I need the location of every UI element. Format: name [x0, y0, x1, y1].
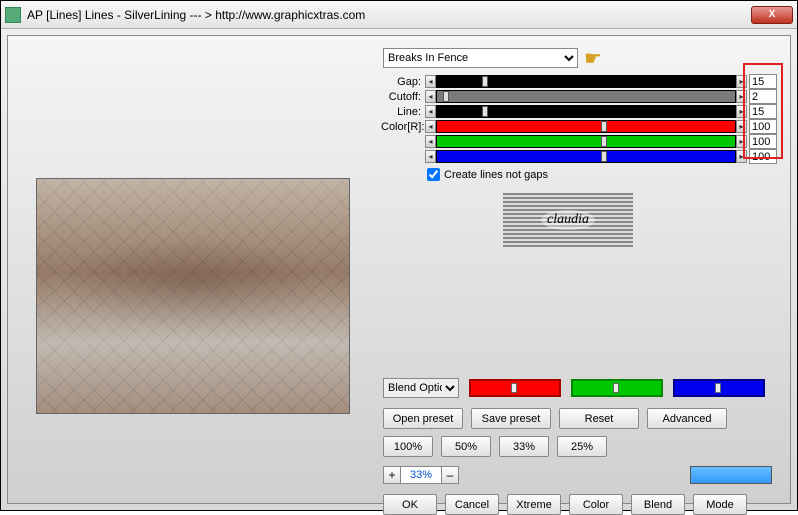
- cutoff-row: Cutoff: ◂ ▸ 2: [381, 89, 782, 104]
- create-lines-label: Create lines not gaps: [444, 169, 548, 181]
- titlebar: AP [Lines] Lines - SilverLining --- > ht…: [1, 1, 797, 29]
- gap-slider[interactable]: [436, 75, 736, 88]
- inner-panel: Breaks In Fence Gap: ◂ ▸ 15 Cutoff: ◂: [7, 35, 791, 504]
- color-g-value[interactable]: 100: [749, 134, 777, 149]
- pct-33-button[interactable]: 33%: [499, 436, 549, 457]
- pct-25-button[interactable]: 25%: [557, 436, 607, 457]
- preset-row: Breaks In Fence: [383, 48, 782, 68]
- advanced-button[interactable]: Advanced: [647, 408, 727, 429]
- content-area: Breaks In Fence Gap: ◂ ▸ 15 Cutoff: ◂: [1, 29, 797, 510]
- blend-row: Blend Options: [383, 378, 765, 398]
- ok-button[interactable]: OK: [383, 494, 437, 515]
- action-buttons-row: OK Cancel Xtreme Color Blend Mode: [383, 494, 747, 515]
- color-b-dec[interactable]: ◂: [425, 150, 436, 163]
- blend-options-dropdown[interactable]: Blend Options: [383, 378, 459, 398]
- close-button[interactable]: X: [751, 6, 793, 24]
- color-r-value[interactable]: 100: [749, 119, 777, 134]
- color-g-slider[interactable]: [436, 135, 736, 148]
- zoom-out-button[interactable]: –: [441, 466, 459, 484]
- preset-dropdown[interactable]: Breaks In Fence: [383, 48, 578, 68]
- xtreme-button[interactable]: Xtreme: [507, 494, 561, 515]
- color-r-label: Color[R]:: [381, 121, 425, 133]
- color-b-value[interactable]: 100: [749, 149, 777, 164]
- line-value[interactable]: 15: [749, 104, 777, 119]
- sliders: Gap: ◂ ▸ 15 Cutoff: ◂ ▸ 2 Line:: [381, 74, 782, 164]
- gap-inc[interactable]: ▸: [736, 75, 747, 88]
- logo-text: claudia: [541, 210, 595, 230]
- pct-50-button[interactable]: 50%: [441, 436, 491, 457]
- color-swatch[interactable]: [690, 466, 772, 484]
- reset-button[interactable]: Reset: [559, 408, 639, 429]
- app-window: AP [Lines] Lines - SilverLining --- > ht…: [0, 0, 798, 511]
- blend-red-slider[interactable]: [469, 379, 561, 397]
- cutoff-slider[interactable]: [436, 90, 736, 103]
- blend-blue-slider[interactable]: [673, 379, 765, 397]
- cutoff-inc[interactable]: ▸: [736, 90, 747, 103]
- mode-button[interactable]: Mode: [693, 494, 747, 515]
- save-preset-button[interactable]: Save preset: [471, 408, 551, 429]
- color-g-inc[interactable]: ▸: [736, 135, 747, 148]
- create-lines-checkbox[interactable]: [427, 168, 440, 181]
- color-b-inc[interactable]: ▸: [736, 150, 747, 163]
- cutoff-label: Cutoff:: [381, 91, 425, 103]
- window-title: AP [Lines] Lines - SilverLining --- > ht…: [27, 8, 751, 22]
- cancel-button[interactable]: Cancel: [445, 494, 499, 515]
- zoom-row: + 33% –: [383, 466, 459, 484]
- color-r-dec[interactable]: ◂: [425, 120, 436, 133]
- logo-area: claudia: [503, 193, 633, 247]
- app-icon: [5, 7, 21, 23]
- gap-row: Gap: ◂ ▸ 15: [381, 74, 782, 89]
- color-b-slider[interactable]: [436, 150, 736, 163]
- blend-button[interactable]: Blend: [631, 494, 685, 515]
- gap-dec[interactable]: ◂: [425, 75, 436, 88]
- preview-image: [37, 179, 349, 413]
- pct-100-button[interactable]: 100%: [383, 436, 433, 457]
- zoom-in-button[interactable]: +: [383, 466, 401, 484]
- blend-green-slider[interactable]: [571, 379, 663, 397]
- color-r-row: Color[R]: ◂ ▸ 100: [381, 119, 782, 134]
- color-r-inc[interactable]: ▸: [736, 120, 747, 133]
- line-row: Line: ◂ ▸ 15: [381, 104, 782, 119]
- line-dec[interactable]: ◂: [425, 105, 436, 118]
- gap-value[interactable]: 15: [749, 74, 777, 89]
- pointing-hand-icon: [584, 49, 612, 67]
- color-button[interactable]: Color: [569, 494, 623, 515]
- color-b-row: ◂ ▸ 100: [381, 149, 782, 164]
- color-g-dec[interactable]: ◂: [425, 135, 436, 148]
- cutoff-value[interactable]: 2: [749, 89, 777, 104]
- preset-buttons-row: Open preset Save preset Reset Advanced: [383, 408, 727, 429]
- create-lines-row: Create lines not gaps: [427, 168, 782, 181]
- controls-panel: Breaks In Fence Gap: ◂ ▸ 15 Cutoff: ◂: [383, 48, 782, 247]
- line-label: Line:: [381, 106, 425, 118]
- cutoff-dec[interactable]: ◂: [425, 90, 436, 103]
- color-r-slider[interactable]: [436, 120, 736, 133]
- percent-buttons-row: 100% 50% 33% 25%: [383, 436, 607, 457]
- line-slider[interactable]: [436, 105, 736, 118]
- color-g-row: ◂ ▸ 100: [381, 134, 782, 149]
- open-preset-button[interactable]: Open preset: [383, 408, 463, 429]
- close-icon: X: [769, 9, 776, 20]
- zoom-value[interactable]: 33%: [401, 466, 441, 484]
- preview-area: [36, 178, 350, 414]
- gap-label: Gap:: [381, 76, 425, 88]
- line-inc[interactable]: ▸: [736, 105, 747, 118]
